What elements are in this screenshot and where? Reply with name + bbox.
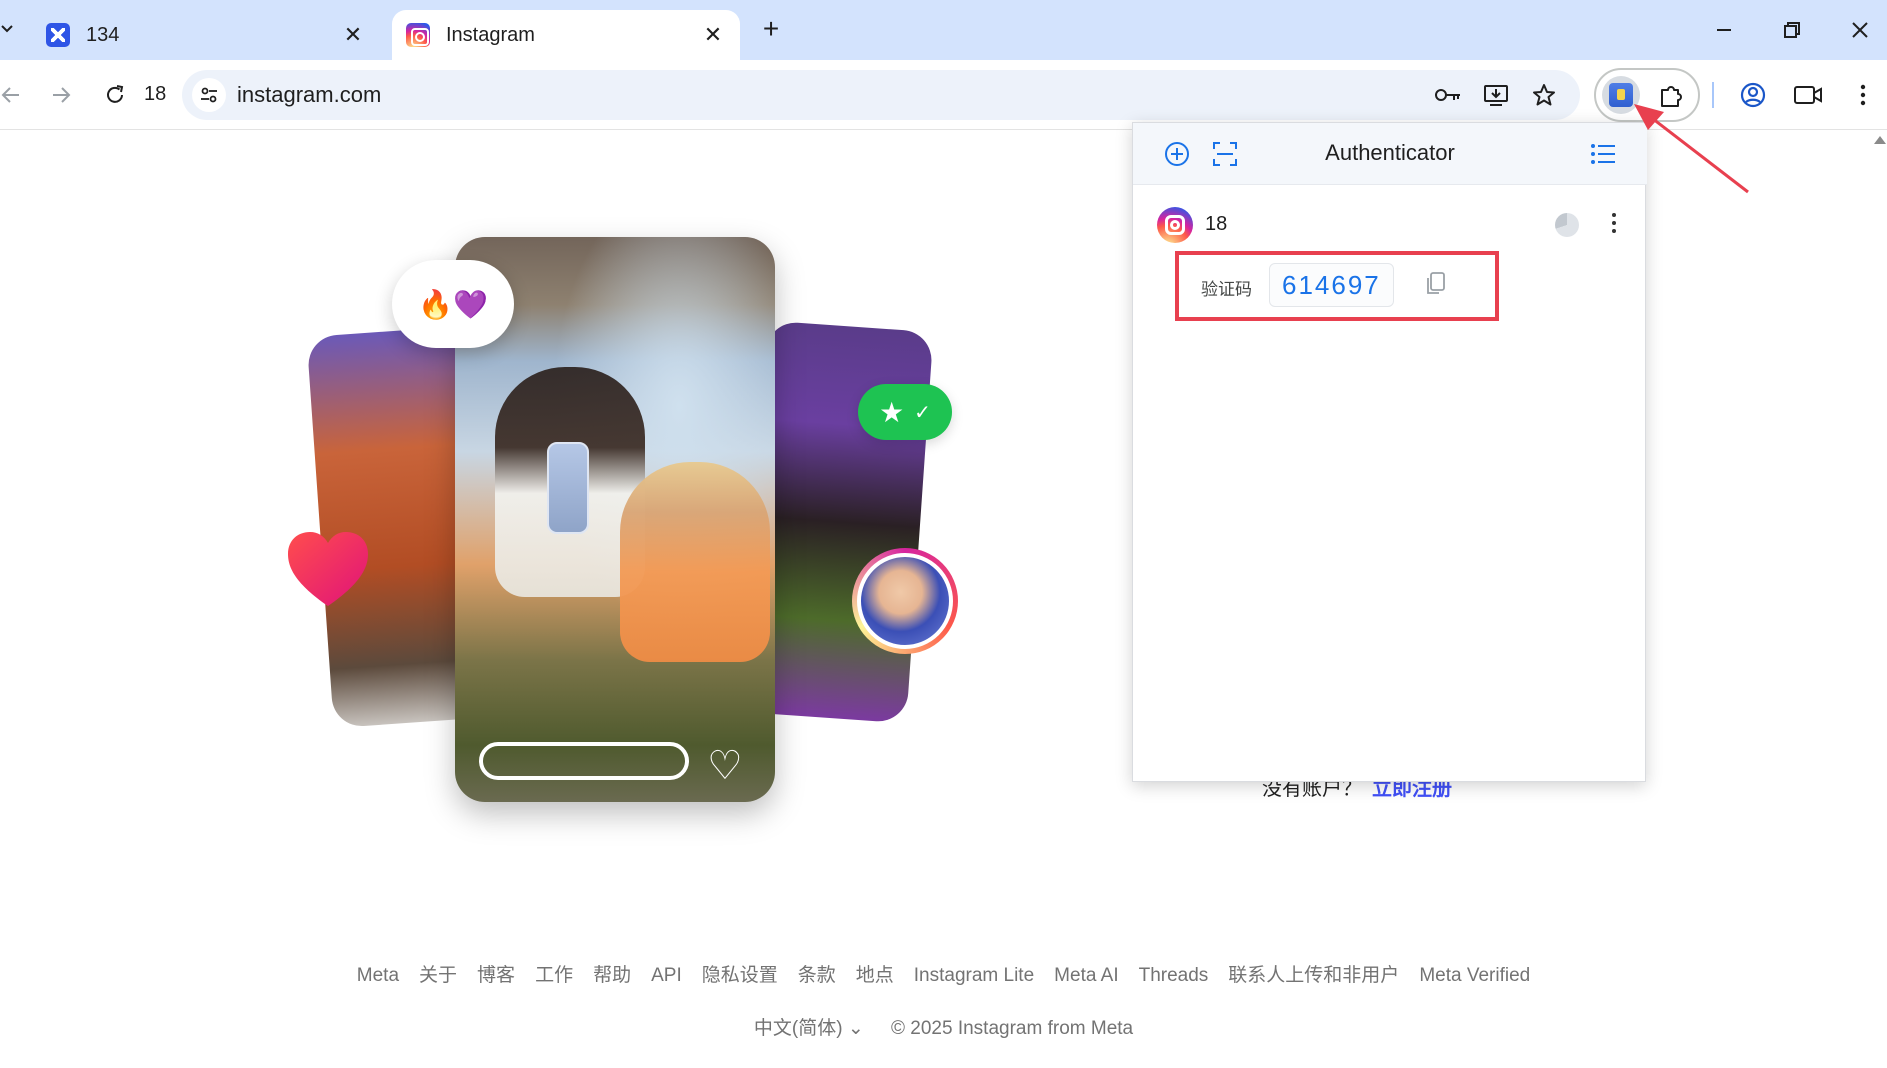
footer-bottom: 中文(简体) ⌄ © 2025 Instagram from Meta — [0, 1013, 1887, 1040]
footer-link[interactable]: API — [651, 965, 682, 986]
footer-link[interactable]: Threads — [1139, 965, 1209, 986]
footer-link[interactable]: 帮助 — [593, 965, 631, 986]
footer-link[interactable]: 联系人上传和非用户 — [1228, 965, 1399, 986]
star-check-badge: ★ ✓ — [858, 384, 952, 440]
back-arrow-icon[interactable] — [0, 78, 28, 112]
emoji-reaction-bubble: 🔥💜 — [392, 260, 514, 348]
address-bar[interactable]: instagram.com — [182, 70, 1580, 120]
account-entry: 18 验证码 614697 — [1133, 203, 1647, 323]
countdown-timer-icon — [1555, 213, 1579, 237]
more-menu-icon[interactable] — [1846, 78, 1880, 112]
close-tab-icon[interactable]: ✕ — [340, 22, 366, 48]
key-icon[interactable] — [1432, 79, 1464, 111]
install-app-icon[interactable] — [1480, 79, 1512, 111]
tab-search-chevron-icon[interactable] — [0, 17, 18, 41]
footer-link[interactable]: Meta — [357, 965, 399, 986]
footer-link[interactable]: 博客 — [477, 965, 515, 986]
bookmark-star-icon[interactable] — [1528, 79, 1560, 111]
footer-link[interactable]: 地点 — [856, 965, 894, 986]
restore-window-icon[interactable] — [1774, 12, 1810, 48]
tab-title: 134 — [86, 23, 120, 46]
code-highlight-box: 验证码 614697 — [1175, 251, 1499, 321]
footer-link[interactable]: 条款 — [798, 965, 836, 986]
tab-134[interactable]: 134 ✕ — [32, 10, 380, 60]
tab-title: Instagram — [446, 23, 535, 46]
close-tab-icon[interactable]: ✕ — [700, 22, 726, 48]
close-window-icon[interactable] — [1842, 12, 1878, 48]
message-bar — [479, 742, 689, 780]
copy-icon[interactable] — [1423, 271, 1447, 297]
footer-link[interactable]: Meta Verified — [1419, 965, 1530, 986]
app-logo-icon — [46, 23, 70, 47]
site-info-icon[interactable] — [192, 78, 226, 112]
tab-instagram[interactable]: Instagram ✕ — [392, 10, 740, 60]
story-avatar — [852, 548, 958, 654]
url-text[interactable]: instagram.com — [237, 82, 381, 108]
account-issuer: 18 — [1205, 213, 1228, 235]
list-menu-icon[interactable] — [1587, 138, 1619, 170]
tab-strip: 134 ✕ Instagram ✕ + — [0, 0, 1887, 60]
entry-more-icon[interactable] — [1603, 207, 1625, 239]
otp-code[interactable]: 614697 — [1269, 263, 1394, 307]
code-label: 验证码 — [1201, 280, 1252, 299]
red-arrow-annotation — [1634, 104, 1749, 194]
chevron-down-icon: ⌄ — [847, 1018, 864, 1039]
footer-link[interactable]: 关于 — [419, 965, 457, 986]
footer-link[interactable]: 工作 — [535, 965, 573, 986]
footer-links: Meta 关于 博客 工作 帮助 API 隐私设置 条款 地点 Instagram Lite Met… — [0, 960, 1887, 987]
heart-outline-icon: ♡ — [707, 744, 743, 788]
footer-link[interactable]: 隐私设置 — [702, 965, 778, 986]
hero-phone-collage: ♡ 🔥💜 ★ ✓ — [270, 232, 970, 812]
browser-toolbar: 18 instagram.com — [0, 60, 1887, 130]
forward-arrow-icon[interactable] — [44, 78, 78, 112]
footer-link[interactable]: Meta AI — [1054, 965, 1118, 986]
popup-header: Authenticator — [1133, 123, 1647, 185]
minimize-icon[interactable] — [1706, 12, 1742, 48]
authenticator-popup: Authenticator 18 验证码 614697 — [1132, 122, 1647, 782]
video-camera-icon[interactable] — [1791, 78, 1825, 112]
reload-icon[interactable] — [98, 78, 132, 112]
heart-icon — [288, 532, 368, 606]
language-selector[interactable]: 中文(简体) ⌄ — [754, 1018, 864, 1039]
footer-link[interactable]: Instagram Lite — [914, 965, 1034, 986]
language-label: 中文(简体) — [753, 1018, 843, 1039]
instagram-icon — [406, 23, 430, 47]
popup-title: Authenticator — [1325, 140, 1455, 165]
new-tab-button[interactable]: + — [756, 14, 786, 44]
reload-count: 18 — [144, 83, 167, 105]
copyright-text: © 2025 Instagram from Meta — [891, 1018, 1134, 1039]
instagram-icon — [1157, 207, 1193, 243]
scroll-up-arrow-icon[interactable] — [1874, 136, 1886, 144]
